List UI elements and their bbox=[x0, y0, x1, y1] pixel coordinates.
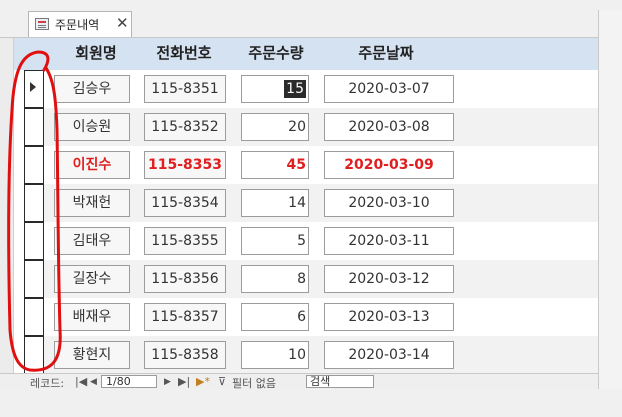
next-record-button[interactable]: ▶ bbox=[164, 377, 171, 387]
record-selector[interactable] bbox=[24, 260, 44, 298]
order-date-field[interactable]: 2020-03-11 bbox=[324, 227, 454, 255]
search-input[interactable]: 검색 bbox=[306, 375, 374, 388]
form-icon bbox=[35, 18, 49, 30]
vertical-scrollbar[interactable] bbox=[598, 10, 622, 403]
order-date-field[interactable]: 2020-03-12 bbox=[324, 265, 454, 293]
record-selector[interactable] bbox=[24, 146, 44, 184]
quantity-field[interactable]: 5 bbox=[241, 227, 309, 255]
quantity-field[interactable]: 8 bbox=[241, 265, 309, 293]
tab-title: 주문내역 bbox=[55, 18, 100, 32]
order-date-field[interactable]: 2020-03-08 bbox=[324, 113, 454, 141]
member-name-field[interactable]: 황현지 bbox=[54, 341, 130, 369]
record-selector[interactable] bbox=[24, 222, 44, 260]
record-selector[interactable] bbox=[24, 184, 44, 222]
form-header: 회원명 전화번호 주문수량 주문날짜 bbox=[14, 38, 598, 70]
quantity-field[interactable]: 20 bbox=[241, 113, 309, 141]
member-name-field[interactable]: 이승원 bbox=[54, 113, 130, 141]
phone-field[interactable]: 115-8356 bbox=[144, 265, 226, 293]
member-name-field[interactable]: 김승우 bbox=[54, 75, 130, 103]
last-record-button[interactable]: ▶| bbox=[178, 375, 190, 388]
quantity-field[interactable]: 14 bbox=[241, 189, 309, 217]
quantity-field[interactable]: 45 bbox=[241, 151, 309, 179]
order-date-field[interactable]: 2020-03-14 bbox=[324, 341, 454, 369]
phone-field[interactable]: 115-8354 bbox=[144, 189, 226, 217]
phone-field[interactable]: 115-8352 bbox=[144, 113, 226, 141]
order-date-field[interactable]: 2020-03-09 bbox=[324, 151, 454, 179]
phone-field[interactable]: 115-8355 bbox=[144, 227, 226, 255]
status-area bbox=[0, 389, 622, 417]
filter-icon[interactable]: ⊽ bbox=[218, 375, 226, 388]
phone-field[interactable]: 115-8351 bbox=[144, 75, 226, 103]
record-selector[interactable] bbox=[24, 298, 44, 336]
form-left-border bbox=[0, 38, 14, 373]
column-header-phone: 전화번호 bbox=[156, 44, 212, 62]
member-name-field[interactable]: 김태우 bbox=[54, 227, 130, 255]
member-name-field[interactable]: 배재우 bbox=[54, 303, 130, 331]
first-record-button[interactable]: |◀ bbox=[75, 375, 87, 388]
quantity-field[interactable]: 6 bbox=[241, 303, 309, 331]
quantity-selected-text: 15 bbox=[284, 80, 306, 98]
order-date-field[interactable]: 2020-03-13 bbox=[324, 303, 454, 331]
new-record-button[interactable]: ▶* bbox=[196, 375, 210, 388]
continuous-form: 회원명 전화번호 주문수량 주문날짜 김승우 115-8351 15 2020-03-… bbox=[14, 38, 598, 374]
phone-field[interactable]: 115-8353 bbox=[144, 151, 226, 179]
quantity-field[interactable]: 10 bbox=[241, 341, 309, 369]
record-selector[interactable] bbox=[24, 336, 44, 374]
record-navigation-bar: 레코드: |◀ ◀ 1/80 ▶ ▶| ▶* ⊽ 필터 없음 검색 bbox=[0, 373, 598, 390]
quantity-field[interactable]: 15 bbox=[241, 75, 309, 103]
record-position-input[interactable]: 1/80 bbox=[101, 375, 157, 388]
column-header-quantity: 주문수량 bbox=[248, 44, 304, 62]
previous-record-button[interactable]: ◀ bbox=[90, 377, 97, 387]
order-date-field[interactable]: 2020-03-10 bbox=[324, 189, 454, 217]
record-selector[interactable] bbox=[24, 70, 44, 108]
member-name-field[interactable]: 이진수 bbox=[54, 151, 130, 179]
tab-order-history[interactable]: 주문내역 ✕ bbox=[28, 11, 132, 37]
column-header-date: 주문날짜 bbox=[358, 44, 414, 62]
phone-field[interactable]: 115-8357 bbox=[144, 303, 226, 331]
member-name-field[interactable]: 박재헌 bbox=[54, 189, 130, 217]
order-date-field[interactable]: 2020-03-07 bbox=[324, 75, 454, 103]
phone-field[interactable]: 115-8358 bbox=[144, 341, 226, 369]
close-icon[interactable]: ✕ bbox=[116, 14, 129, 32]
member-name-field[interactable]: 길장수 bbox=[54, 265, 130, 293]
column-header-name: 회원명 bbox=[75, 44, 117, 62]
record-selector[interactable] bbox=[24, 108, 44, 146]
